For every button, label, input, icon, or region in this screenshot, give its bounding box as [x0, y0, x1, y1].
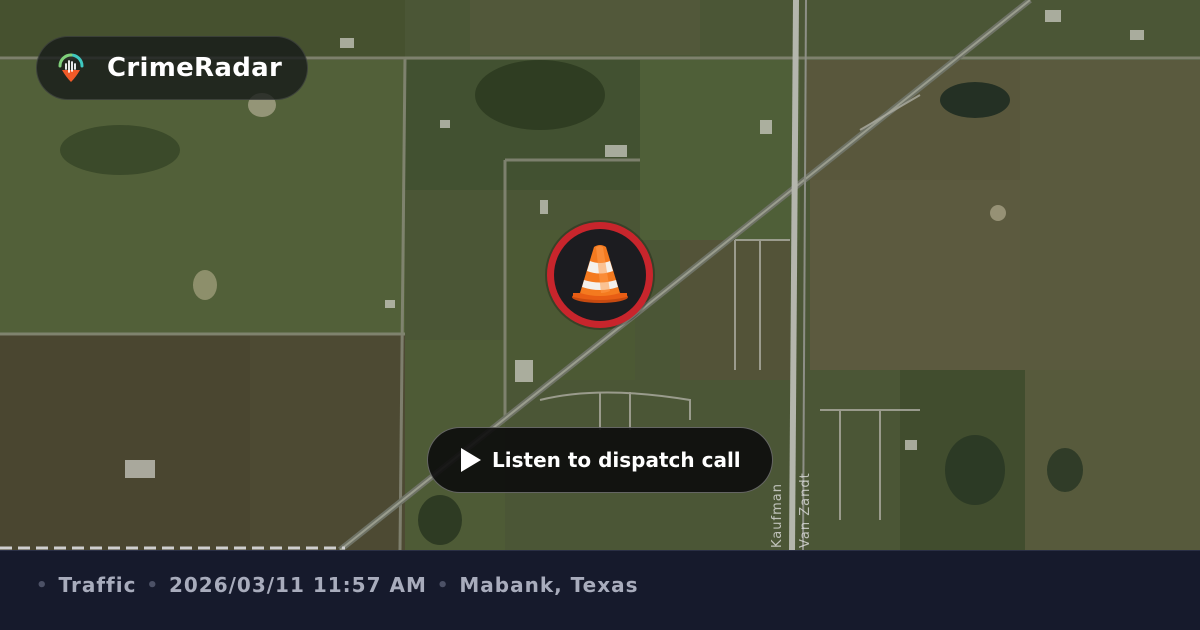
brand-name: CrimeRadar [107, 53, 283, 83]
incident-footer: • Traffic • 2026/03/11 11:57 AM • Mabank… [0, 550, 1200, 630]
incident-location: Mabank, Texas [459, 573, 639, 597]
play-icon [461, 448, 481, 472]
incident-meta-row: • Traffic • 2026/03/11 11:57 AM • Mabank… [36, 573, 649, 597]
incident-category: Traffic [58, 573, 137, 597]
incident-datetime: 2026/03/11 11:57 AM [168, 573, 427, 597]
crimeradar-pin-logo-icon [58, 53, 84, 82]
page: Kaufman Van Zandt CrimeRadar Listen to d… [0, 0, 1200, 630]
incident-marker[interactable] [547, 222, 653, 328]
incident-marker-inner [554, 229, 646, 321]
separator-dot: • [146, 574, 159, 596]
road-label-van-zandt: Van Zandt [798, 472, 813, 548]
traffic-cone-icon [572, 245, 628, 303]
separator-dot: • [436, 574, 450, 596]
listen-dispatch-label: Listen to dispatch call [492, 448, 741, 472]
separator-dot: • [36, 574, 49, 596]
listen-dispatch-button[interactable]: Listen to dispatch call [427, 427, 773, 493]
road-label-kaufman: Kaufman [770, 483, 785, 548]
brand-badge[interactable]: CrimeRadar [36, 36, 308, 100]
